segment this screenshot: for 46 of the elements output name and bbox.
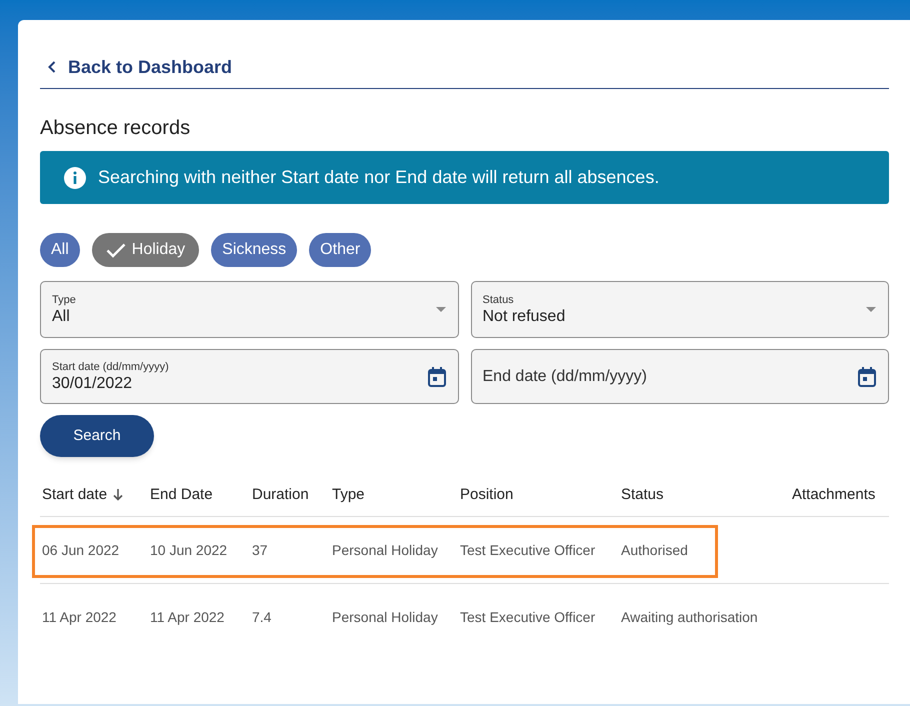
- date-input[interactable]: End date (dd/mm/yyyy): [482, 364, 858, 388]
- dropdown-caret-icon: [436, 307, 446, 312]
- filter-chip[interactable]: Sickness: [211, 233, 298, 267]
- field-value: 30/01/2022: [52, 374, 134, 394]
- date-field[interactable]: Start date (dd/mm/yyyy) 30/01/2022: [40, 349, 458, 404]
- dropdown-caret-icon: [866, 307, 876, 312]
- field-label: Status: [482, 292, 515, 306]
- column-header[interactable]: End Date: [148, 484, 250, 506]
- table-cell-text: Personal Holiday: [331, 608, 439, 627]
- column-header[interactable]: Duration: [250, 484, 330, 506]
- calendar-icon: [858, 366, 876, 386]
- select-field[interactable]: Status Not refused: [470, 281, 889, 338]
- field-value: Not refused: [482, 306, 566, 326]
- filter-chip[interactable]: Holiday: [92, 233, 200, 267]
- table-cell-text: 10 Jun 2022: [149, 540, 228, 560]
- chevron-left-icon: [48, 61, 56, 73]
- table-cell-text: Test Executive Officer: [459, 540, 596, 560]
- column-header[interactable]: Status: [619, 484, 790, 506]
- field-label: Start date (dd/mm/yyyy): [52, 360, 170, 374]
- page-title: Absence records: [40, 116, 192, 139]
- table-cell-text: 06 Jun 2022: [41, 540, 120, 560]
- search-button[interactable]: Search: [40, 415, 154, 457]
- info-icon: [64, 166, 86, 188]
- table-cell-text: Awaiting authorisation: [620, 608, 759, 627]
- table-cell-text: 11 Apr 2022: [41, 608, 118, 627]
- filter-chip[interactable]: Other: [309, 233, 372, 267]
- sort-down-arrow-icon: [113, 489, 124, 502]
- check-icon: [106, 242, 126, 258]
- select-field[interactable]: Type All: [40, 281, 458, 338]
- table-cell-text: 11 Apr 2022: [149, 608, 226, 627]
- table-cell-text: Test Executive Officer: [459, 608, 596, 627]
- column-header[interactable]: Position: [458, 484, 619, 506]
- table-cell-text: Authorised: [620, 540, 689, 560]
- info-text: Searching with neither Start date nor End date will return all absences.: [98, 166, 660, 189]
- back-link[interactable]: Back to Dashboard: [40, 56, 889, 78]
- column-header[interactable]: Type: [330, 484, 458, 506]
- filter-chip[interactable]: All: [40, 233, 80, 267]
- column-header[interactable]: Attachments: [790, 484, 887, 506]
- field-label: Type: [52, 292, 77, 306]
- date-field[interactable]: End date (dd/mm/yyyy): [470, 349, 889, 404]
- column-header[interactable]: Start date: [40, 484, 148, 506]
- table-cell-text: 37: [251, 540, 269, 560]
- field-value: All: [52, 306, 71, 326]
- table-cell-text: 7.4: [251, 608, 272, 627]
- calendar-icon: [428, 366, 446, 386]
- table-cell-text: Personal Holiday: [331, 540, 439, 560]
